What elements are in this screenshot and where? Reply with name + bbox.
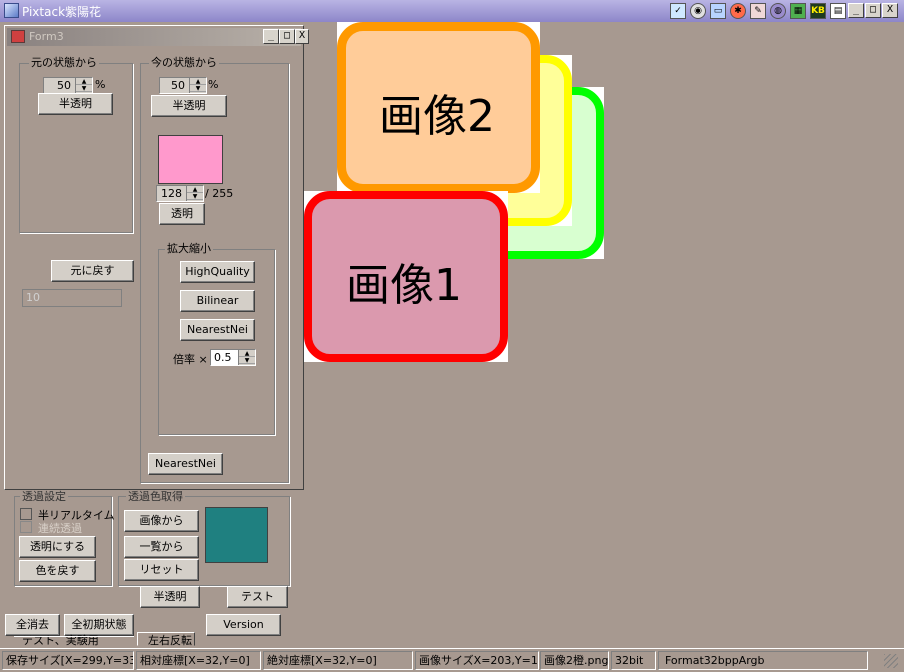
image-size-status: 画像サイズX=203,Y=171 <box>415 651 539 670</box>
continuous-label: 連続透過 <box>38 522 82 535</box>
make-transparent-button[interactable]: 透明にする <box>19 536 96 558</box>
bug-icon[interactable]: ✱ <box>730 3 746 19</box>
color-swatch[interactable] <box>158 135 223 184</box>
app-title: Pixtack紫陽花 <box>22 5 102 19</box>
nearestnei-button[interactable]: NearestNei <box>180 319 255 341</box>
transparent-color-swatch[interactable] <box>205 507 268 563</box>
save-size-status: 保存サイズ[X=299,Y=339] <box>2 651 134 670</box>
title-bar[interactable]: Pixtack紫陽花 ✓ ◉ ▭ ✱ ✎ ◍ ▦ KB ▤ _ □ X <box>0 0 904 22</box>
original-state-label: 元の状態から <box>29 56 99 69</box>
current-semi-transparent-button[interactable]: 半透明 <box>151 95 227 117</box>
test-tab[interactable]: テスト、実験用 <box>22 632 99 648</box>
nearestnei-bottom-button[interactable]: NearestNei <box>148 453 223 475</box>
spin-up-icon[interactable]: ▲ <box>187 186 203 193</box>
disc-icon[interactable]: ◉ <box>690 3 706 19</box>
alpha-spinner[interactable]: 128 ▲ ▼ <box>156 185 204 202</box>
spin-up-icon[interactable]: ▲ <box>190 78 206 85</box>
spin-down-icon[interactable]: ▼ <box>76 85 92 92</box>
ratio-label: 倍率 × <box>173 353 208 366</box>
form3-title-bar[interactable]: Form3 _ □ X <box>7 28 309 46</box>
original-opacity-value: 50 <box>57 79 71 92</box>
globe-icon[interactable]: ◍ <box>770 3 786 19</box>
close-button[interactable]: X <box>882 3 898 18</box>
format-status: Format32bppArgb <box>658 651 868 670</box>
pen-icon[interactable]: ✎ <box>750 3 766 19</box>
transparency-group-label: 透過設定 <box>20 490 68 503</box>
calendar-icon[interactable]: ▤ <box>830 3 846 19</box>
test-button[interactable]: テスト <box>227 586 288 608</box>
current-state-label: 今の状態から <box>149 56 219 69</box>
form3-app-icon <box>11 30 25 43</box>
bits-status: 32bit <box>611 651 656 670</box>
spreadsheet-icon[interactable]: ▦ <box>790 3 806 19</box>
flip-button-frame <box>137 632 195 646</box>
image1-label: 画像1 <box>346 260 462 311</box>
resize-grip-icon[interactable] <box>884 654 898 668</box>
color-pick-group-label: 透過色取得 <box>126 490 185 503</box>
relative-coords-status: 相対座標[X=32,Y=0] <box>136 651 261 670</box>
spin-up-icon[interactable]: ▲ <box>76 78 92 85</box>
scale-group-label: 拡大縮小 <box>165 242 213 255</box>
transparent-button[interactable]: 透明 <box>159 203 205 225</box>
image2-backdrop[interactable]: 画像2 <box>337 22 540 193</box>
restore-color-button[interactable]: 色を戻す <box>19 560 96 582</box>
absolute-coords-status: 絶対座標[X=32,Y=0] <box>263 651 413 670</box>
original-semi-transparent-button[interactable]: 半透明 <box>38 93 113 115</box>
app-icon[interactable] <box>4 3 19 18</box>
shield-check-icon[interactable]: ✓ <box>670 3 686 19</box>
form3-window[interactable]: Form3 _ □ X 元の状態から 50 ▲ ▼ % 半透明 元に戻す 10 今… <box>4 25 309 490</box>
original-textbox[interactable]: 10 <box>22 289 122 307</box>
spin-down-icon[interactable]: ▼ <box>190 85 206 92</box>
form3-close-button[interactable]: X <box>295 29 309 44</box>
image1-backdrop[interactable]: 画像1 <box>304 191 508 362</box>
semi-realtime-checkbox[interactable] <box>20 508 32 520</box>
bilinear-button[interactable]: Bilinear <box>180 290 255 312</box>
status-bar: 保存サイズ[X=299,Y=339] 相対座標[X=32,Y=0] 絶対座標[X… <box>0 648 904 672</box>
form3-minimize-button[interactable]: _ <box>263 29 279 44</box>
from-image-button[interactable]: 画像から <box>124 510 199 532</box>
minimize-button[interactable]: _ <box>848 3 864 18</box>
original-opacity-spinner[interactable]: 50 ▲ ▼ <box>43 77 93 94</box>
form3-maximize-button[interactable]: □ <box>279 29 295 44</box>
current-percent-label: % <box>208 78 219 91</box>
tab-divider <box>14 636 134 637</box>
restore-button[interactable]: 元に戻す <box>51 260 134 282</box>
ratio-value: 0.5 <box>214 351 232 364</box>
reset-button[interactable]: リセット <box>124 559 199 581</box>
monitor-icon[interactable]: ▭ <box>710 3 726 19</box>
from-list-button[interactable]: 一覧から <box>124 536 199 558</box>
semi-transparent-main-button[interactable]: 半透明 <box>140 586 200 608</box>
alpha-value: 128 <box>161 187 182 200</box>
spin-down-icon[interactable]: ▼ <box>239 357 255 364</box>
highquality-button[interactable]: HighQuality <box>180 261 255 283</box>
spin-up-icon[interactable]: ▲ <box>239 350 255 357</box>
spin-down-icon[interactable]: ▼ <box>187 193 203 200</box>
form3-title: Form3 <box>29 30 64 43</box>
version-button[interactable]: Version <box>206 614 281 636</box>
maximize-button[interactable]: □ <box>865 3 881 18</box>
original-percent-label: % <box>95 78 106 91</box>
kb-icon[interactable]: KB <box>810 3 826 19</box>
filename-status: 画像2橙.png <box>540 651 609 670</box>
current-opacity-spinner[interactable]: 50 ▲ ▼ <box>159 77 207 94</box>
current-opacity-value: 50 <box>171 79 185 92</box>
alpha-max-label: / 255 <box>205 187 234 200</box>
image2-label: 画像2 <box>379 91 495 142</box>
ratio-spinner[interactable]: 0.5 ▲ ▼ <box>210 349 256 366</box>
continuous-checkbox[interactable] <box>20 521 32 533</box>
